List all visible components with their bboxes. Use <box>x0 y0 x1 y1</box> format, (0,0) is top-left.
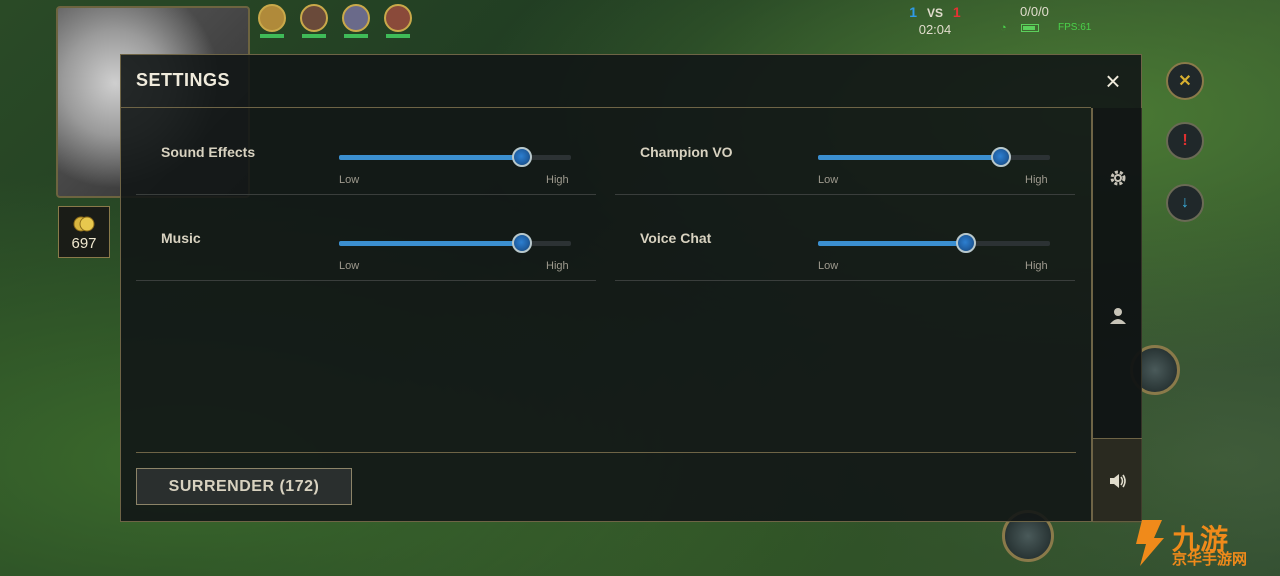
watermark-line2: 京华手游网 <box>1172 550 1248 568</box>
red-team-score: 1 <box>952 4 961 20</box>
slider-fill <box>818 241 967 246</box>
scoreboard: 1 VS 1 02:04 <box>895 4 975 37</box>
site-logo-icon <box>1136 520 1164 566</box>
slider-knob[interactable] <box>956 233 977 253</box>
settings-side-tabs <box>1091 108 1142 523</box>
row-divider <box>136 280 596 281</box>
champion-face-icon <box>342 4 370 32</box>
row-divider <box>615 194 1075 195</box>
slider-knob[interactable] <box>991 147 1012 167</box>
champion-portrait[interactable] <box>384 4 414 38</box>
user-icon <box>1109 308 1126 324</box>
crossed-swords-icon[interactable]: ✕ <box>1166 62 1204 100</box>
slider-label: Sound Effects <box>161 144 256 160</box>
slider-low-label: Low <box>818 174 839 186</box>
champion-portrait[interactable] <box>300 4 330 38</box>
row-divider <box>136 194 596 195</box>
slider-low-label: Low <box>818 260 839 272</box>
slider-fill <box>818 155 1002 160</box>
settings-panel: SETTINGS × Sound Effects Low High Champi… <box>120 54 1142 523</box>
slider-fill <box>339 241 523 246</box>
slider-label: Music <box>161 230 201 246</box>
champion-portrait[interactable] <box>342 4 372 38</box>
setting-sound-effects: Sound Effects Low High <box>136 110 596 195</box>
vs-label: VS <box>926 6 943 20</box>
slider-high-label: High <box>1025 260 1048 272</box>
game-timer: 02:04 <box>918 22 952 37</box>
voice-chat-slider[interactable] <box>818 233 1050 253</box>
champion-face-icon <box>300 4 328 32</box>
gold-counter[interactable]: 697 <box>58 206 110 258</box>
setting-voice-chat: Voice Chat Low High <box>615 196 1075 281</box>
slider-knob[interactable] <box>512 147 533 167</box>
close-icon[interactable]: × <box>1099 67 1127 95</box>
kda-readout: 0/0/0 <box>1020 4 1049 19</box>
title-divider <box>121 107 1091 108</box>
slider-label: Voice Chat <box>640 230 712 246</box>
slider-high-label: High <box>546 174 569 186</box>
slider-low-label: Low <box>339 174 360 186</box>
footer-divider <box>136 452 1076 453</box>
music-slider[interactable] <box>339 233 571 253</box>
champion-face-icon <box>258 4 286 32</box>
tab-interface[interactable] <box>1093 286 1142 346</box>
sound-effects-slider[interactable] <box>339 147 571 167</box>
site-watermark: 九游 京华手游网 <box>1128 514 1278 574</box>
slider-fill <box>339 155 523 160</box>
champion-portraits <box>258 4 414 38</box>
setting-music: Music Low High <box>136 196 596 281</box>
tab-general[interactable] <box>1093 148 1142 208</box>
gold-coin-icon <box>73 216 95 232</box>
battery-icon <box>1021 24 1039 32</box>
champion-health-bar <box>386 34 410 38</box>
champion-vo-slider[interactable] <box>818 147 1050 167</box>
wifi-icon: ◔ <box>1000 22 1007 34</box>
slider-knob[interactable] <box>512 233 533 253</box>
row-divider <box>615 280 1075 281</box>
setting-champion-vo: Champion VO Low High <box>615 110 1075 195</box>
gold-amount: 697 <box>71 235 97 252</box>
retreat-ping-icon[interactable]: ↓ <box>1166 184 1204 222</box>
alert-ping-icon[interactable]: ! <box>1166 122 1204 160</box>
slider-high-label: High <box>546 260 569 272</box>
tab-sound[interactable] <box>1093 438 1142 523</box>
panel-title: SETTINGS <box>136 70 231 90</box>
slider-low-label: Low <box>339 260 360 272</box>
slider-label: Champion VO <box>640 144 733 160</box>
champion-portrait[interactable] <box>258 4 288 38</box>
fps-readout: FPS:61 <box>1058 22 1092 33</box>
champion-health-bar <box>344 34 368 38</box>
gear-icon <box>1110 170 1125 186</box>
blue-team-score: 1 <box>909 4 918 20</box>
champion-face-icon <box>384 4 412 32</box>
speaker-icon <box>1109 474 1126 488</box>
surrender-button[interactable]: SURRENDER (172) <box>136 468 352 505</box>
champion-health-bar <box>302 34 326 38</box>
champion-health-bar <box>260 34 284 38</box>
slider-high-label: High <box>1025 174 1048 186</box>
